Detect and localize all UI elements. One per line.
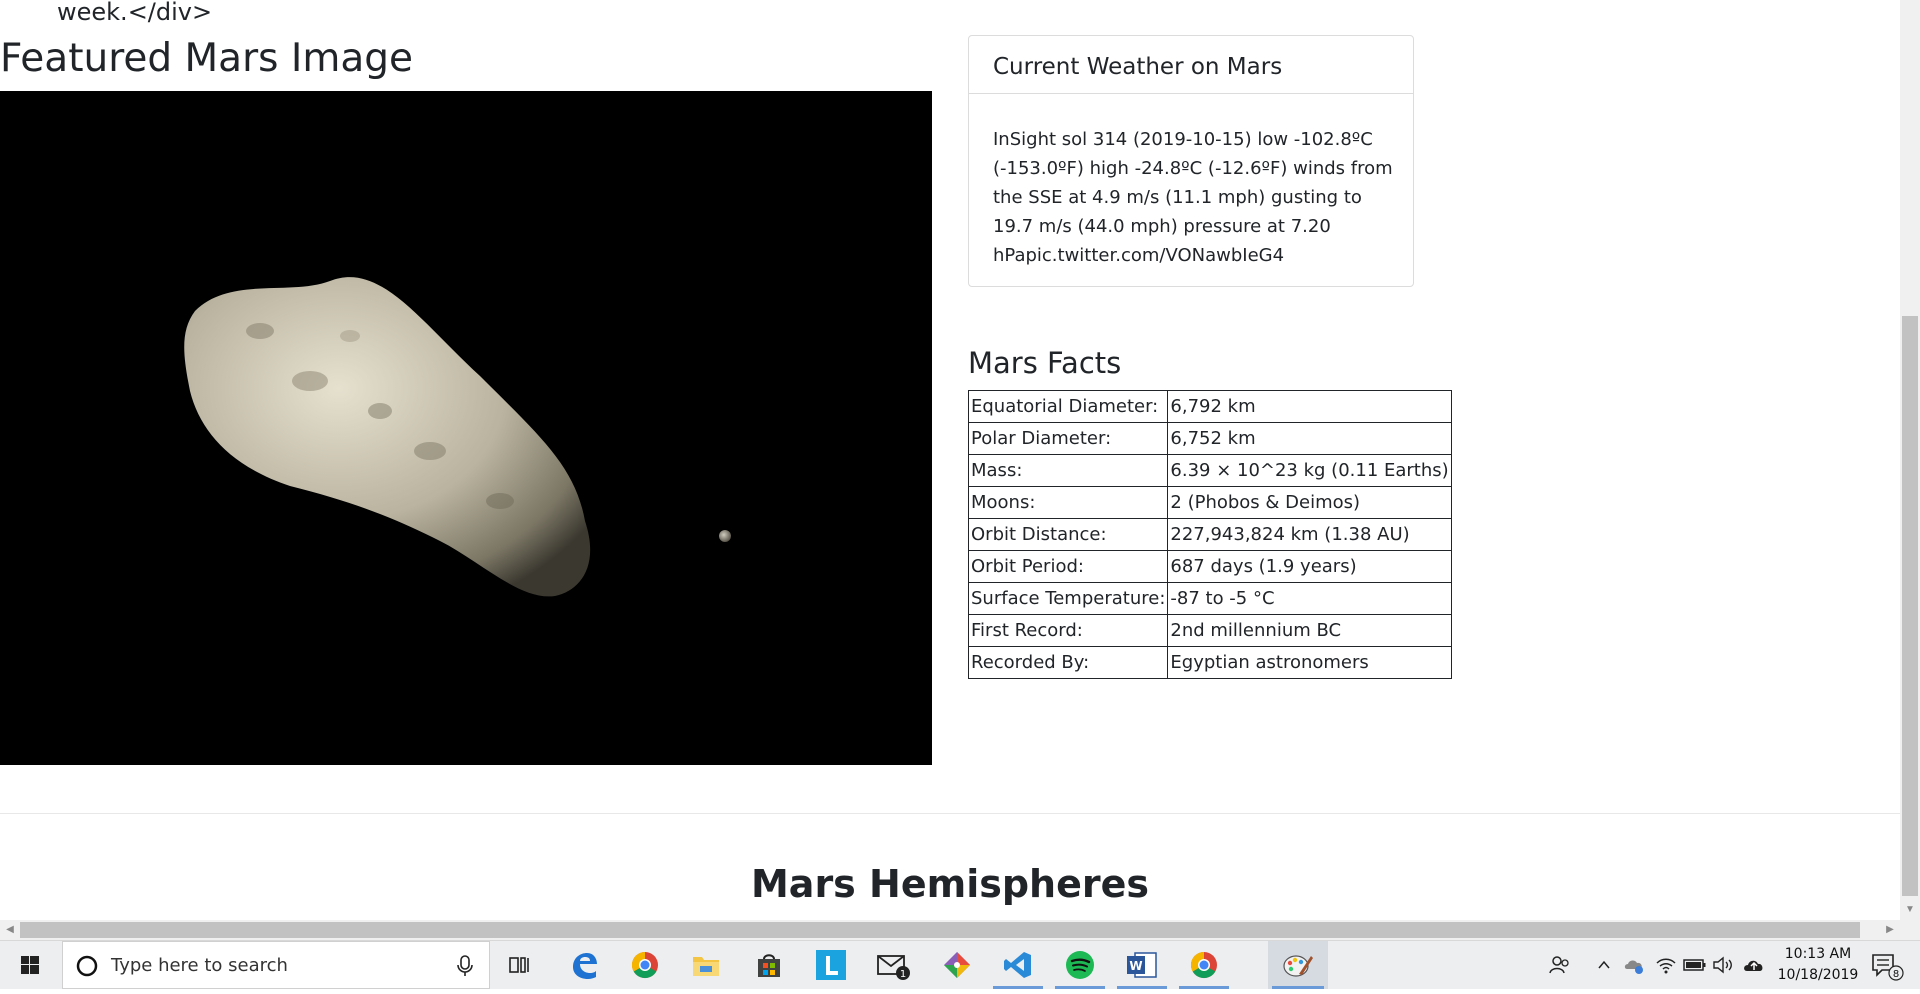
fact-label: Recorded By: (967, 646, 1169, 679)
horizontal-scrollbar-thumb[interactable] (20, 922, 1860, 938)
fact-label: Orbit Period: (967, 550, 1169, 583)
featured-mars-image[interactable] (0, 91, 932, 765)
fact-label: First Record: (967, 614, 1169, 647)
system-clock[interactable]: 10:13 AM 10/18/2019 (1772, 944, 1864, 986)
page-text-fragment: week.</div> (57, 0, 213, 26)
weather-card: Current Weather on Mars InSight sol 314 … (968, 35, 1414, 287)
chrome-app-button-2[interactable] (1175, 941, 1233, 989)
paint-app-button[interactable] (1268, 941, 1328, 989)
microphone-icon[interactable] (455, 954, 475, 978)
start-button[interactable] (0, 941, 60, 989)
browser-viewport: week.</div> Featured Mars Image Current … (0, 0, 1900, 920)
spotify-app-button[interactable] (1051, 941, 1109, 989)
mail-icon: 1 (877, 955, 910, 980)
featured-image-heading: Featured Mars Image (0, 36, 413, 81)
word-icon: W (1127, 952, 1157, 978)
clock-date: 10/18/2019 (1777, 967, 1859, 983)
taskbar-search-box[interactable]: Type here to search (62, 941, 490, 989)
onedrive-icon[interactable] (1622, 953, 1646, 977)
table-row: Equatorial Diameter: 6,792 km (967, 390, 1452, 423)
vscode-app-button[interactable] (989, 941, 1047, 989)
chrome-app-button[interactable] (616, 941, 674, 989)
fact-value: 6.39 × 10^23 kg (0.11 Earths) (1167, 454, 1452, 487)
fact-label: Mass: (967, 454, 1169, 487)
table-row: Orbit Distance: 227,943,824 km (1.38 AU) (967, 518, 1452, 551)
git-icon (944, 952, 970, 978)
file-explorer-app-button[interactable] (677, 941, 735, 989)
scroll-left-arrow-icon[interactable]: ◀ (0, 920, 20, 940)
clock-time: 10:13 AM (1784, 946, 1852, 962)
fact-value: Egyptian astronomers (1167, 646, 1452, 679)
wifi-icon[interactable] (1654, 953, 1678, 977)
chevron-up-icon[interactable] (1592, 953, 1616, 977)
l-app-button[interactable] (802, 941, 860, 989)
cloud-upload-icon[interactable] (1742, 953, 1766, 977)
scroll-down-arrow-icon[interactable]: ▼ (1900, 900, 1920, 920)
table-row: Surface Temperature: -87 to -5 °C (967, 582, 1452, 615)
scroll-corner (1900, 920, 1920, 940)
volume-icon[interactable] (1712, 953, 1736, 977)
table-row: Mass: 6.39 × 10^23 kg (0.11 Earths) (967, 454, 1452, 487)
fact-value: 2 (Phobos & Deimos) (1167, 486, 1452, 519)
spotify-icon (1066, 951, 1094, 979)
section-divider (0, 813, 1900, 814)
weather-text: InSight sol 314 (2019-10-15) low -102.8º… (993, 129, 1393, 266)
store-icon (758, 954, 780, 977)
weather-card-title: Current Weather on Mars (969, 36, 1413, 94)
fact-label: Polar Diameter: (967, 422, 1169, 455)
fact-value: 227,943,824 km (1.38 AU) (1167, 518, 1452, 551)
fact-value: 6,752 km (1167, 422, 1452, 455)
fact-value: 6,792 km (1167, 390, 1452, 423)
notification-icon: 8 (1872, 954, 1904, 981)
notification-center-button[interactable]: 8 (1870, 951, 1904, 986)
table-row: Moons: 2 (Phobos & Deimos) (967, 486, 1452, 519)
table-row: Orbit Period: 687 days (1.9 years) (967, 550, 1452, 583)
file-explorer-icon (693, 957, 719, 976)
mars-facts-heading: Mars Facts (968, 346, 1122, 380)
vertical-scrollbar-thumb[interactable] (1902, 316, 1918, 896)
table-row: First Record: 2nd millennium BC (967, 614, 1452, 647)
search-placeholder: Type here to search (111, 955, 288, 976)
git-app-button[interactable] (928, 941, 986, 989)
fact-value: -87 to -5 °C (1167, 582, 1452, 615)
mail-app-button[interactable]: 1 (865, 941, 923, 989)
chrome-icon (631, 951, 658, 979)
word-icon-letter: W (1129, 959, 1142, 973)
fact-label: Surface Temperature: (967, 582, 1169, 615)
fact-label: Orbit Distance: (967, 518, 1169, 551)
fact-label: Moons: (967, 486, 1169, 519)
fact-value: 2nd millennium BC (1167, 614, 1452, 647)
mail-badge: 1 (900, 969, 906, 980)
task-view-button[interactable] (490, 941, 548, 989)
store-app-button[interactable] (740, 941, 798, 989)
vscode-icon (1004, 952, 1031, 978)
fact-label: Equatorial Diameter: (967, 390, 1169, 423)
task-view-icon (509, 957, 529, 973)
people-icon[interactable] (1548, 953, 1572, 977)
table-row: Polar Diameter: 6,752 km (967, 422, 1452, 455)
asteroid-image (0, 91, 932, 765)
mars-hemispheres-heading: Mars Hemispheres (750, 862, 1150, 906)
taskbar: Type here to search 1 W 10:13 AM 10/18/2… (0, 940, 1920, 989)
scroll-right-arrow-icon[interactable]: ▶ (1880, 920, 1900, 940)
edge-app-button[interactable] (555, 941, 613, 989)
notification-count: 8 (1893, 969, 1899, 980)
mars-facts-table: Equatorial Diameter: 6,792 km Polar Diam… (967, 390, 1452, 679)
windows-logo-icon (21, 956, 39, 974)
l-app-icon (816, 950, 846, 980)
battery-icon[interactable] (1683, 953, 1707, 977)
cortana-icon (76, 955, 98, 977)
fact-value: 687 days (1.9 years) (1167, 550, 1452, 583)
edge-icon (573, 953, 597, 979)
paint-icon (1283, 955, 1313, 977)
table-row: Recorded By: Egyptian astronomers (967, 646, 1452, 679)
vertical-scrollbar[interactable]: ▼ (1900, 0, 1920, 920)
word-app-button[interactable]: W (1113, 941, 1171, 989)
horizontal-scrollbar[interactable]: ◀ ▶ (0, 920, 1900, 940)
chrome-icon-2 (1190, 951, 1217, 979)
